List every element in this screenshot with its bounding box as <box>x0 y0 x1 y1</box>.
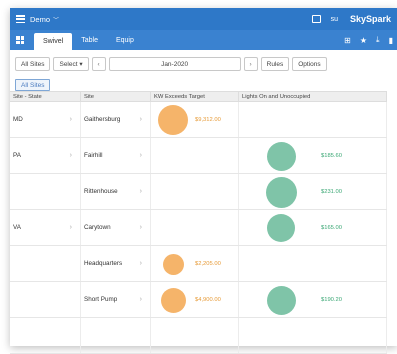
table-row[interactable]: Rittenhouse › $231.00 <box>10 174 387 210</box>
cell-lights: $165.00 <box>239 210 387 245</box>
kw-bubble[interactable] <box>158 105 188 135</box>
site-label[interactable]: Gaithersburg <box>84 116 120 123</box>
lights-bubble[interactable] <box>266 141 296 171</box>
panel-icon[interactable]: ▮ <box>389 36 393 45</box>
prev-date-button[interactable]: ‹ <box>91 57 106 71</box>
table-row[interactable]: PA › Fairhill › $185.60 <box>10 138 387 174</box>
cell-state <box>10 246 81 281</box>
window-icon[interactable] <box>311 15 321 23</box>
kw-value: $9,312.00 <box>195 116 221 123</box>
chevron-right-icon[interactable]: › <box>140 224 142 231</box>
header-site[interactable]: Site <box>81 92 151 101</box>
chevron-right-icon[interactable]: › <box>70 116 72 123</box>
cell-kw <box>151 138 239 173</box>
table-row[interactable]: VA › Carytown › $165.00 <box>10 210 387 246</box>
cell-lights: $231.00 <box>239 174 387 209</box>
next-date-button[interactable]: › <box>243 57 258 71</box>
cell-site: Rittenhouse › <box>81 174 151 209</box>
cell-site: Carytown › <box>81 210 151 245</box>
cell-site: Gaithersburg › <box>81 102 151 137</box>
star-icon[interactable]: ★ <box>360 36 367 45</box>
download-icon[interactable]: ⤓ <box>376 35 380 45</box>
site-label[interactable]: Short Pump <box>84 296 117 303</box>
cell-state: MD › <box>10 102 81 137</box>
grid-view-icon[interactable]: ⊞ <box>344 36 351 45</box>
header-site-state[interactable]: Site - State <box>10 92 81 101</box>
lights-value: $231.00 <box>321 188 342 195</box>
cell-kw: $2,205.00 <box>151 246 239 281</box>
options-button[interactable]: Options <box>292 57 327 71</box>
table-header: Site - State Site KW Exceeds Target Ligh… <box>10 91 387 102</box>
top-bar: Demo ﹀ su SkySpark <box>10 8 397 30</box>
cell-site: Fairhill › <box>81 138 151 173</box>
all-sites-button[interactable]: All Sites <box>15 57 51 71</box>
lights-bubble[interactable] <box>267 214 295 242</box>
header-lights-on[interactable]: Lights On and Unoccupied <box>239 92 387 101</box>
tab-swivel[interactable]: Swivel <box>34 33 73 50</box>
cell-state <box>10 174 81 209</box>
cell-lights: $185.60 <box>239 138 387 173</box>
chevron-right-icon[interactable]: › <box>140 296 142 303</box>
chevron-right-icon[interactable]: › <box>140 152 142 159</box>
table-row[interactable]: Short Pump › $4,900.00 $190.20 <box>10 282 387 318</box>
cell-state <box>10 282 81 317</box>
site-label[interactable]: Rittenhouse <box>84 188 118 195</box>
state-label: MD <box>13 116 23 123</box>
chevron-right-icon[interactable]: › <box>70 152 72 159</box>
kw-value: $2,205.00 <box>195 260 221 267</box>
date-picker[interactable]: Jan-2020 <box>108 57 241 71</box>
chevron-right-icon[interactable]: › <box>140 188 142 195</box>
cell-state: VA › <box>10 210 81 245</box>
cell-lights: $190.20 <box>239 282 387 317</box>
cell-lights <box>239 246 387 281</box>
chevron-down-icon[interactable]: ﹀ <box>53 15 59 24</box>
select-dropdown[interactable]: Select ▾ <box>53 57 89 71</box>
chevron-right-icon[interactable]: › <box>140 116 142 123</box>
app-name[interactable]: Demo <box>30 15 50 24</box>
swivel-table: Site - State Site KW Exceeds Target Ligh… <box>10 91 387 354</box>
chevron-right-icon[interactable]: › <box>70 224 72 231</box>
table-row[interactable]: Headquarters › $2,205.00 <box>10 246 387 282</box>
state-label: VA <box>13 224 21 231</box>
tab-equip[interactable]: Equip <box>107 30 143 50</box>
header-kw-exceeds[interactable]: KW Exceeds Target <box>151 92 239 101</box>
rules-button[interactable]: Rules <box>260 57 290 71</box>
lights-bubble[interactable] <box>266 285 296 315</box>
user-menu[interactable]: su <box>331 16 338 23</box>
nav-bar: Swivel Table Equip ⊞ ★ ⤓ ▮ <box>10 30 397 50</box>
filter-chip[interactable]: All Sites <box>15 79 51 91</box>
cell-kw: $4,900.00 <box>151 282 239 317</box>
site-label[interactable]: Fairhill <box>84 152 103 159</box>
lights-value: $190.20 <box>321 296 342 303</box>
cell-lights <box>239 102 387 137</box>
cell-kw <box>151 174 239 209</box>
site-label[interactable]: Carytown <box>84 224 111 231</box>
tab-table[interactable]: Table <box>72 30 107 50</box>
cell-kw: $9,312.00 <box>151 102 239 137</box>
cell-kw <box>151 210 239 245</box>
toolbar: All Sites Select ▾ ‹ Jan-2020 › Rules Op… <box>10 55 397 73</box>
table-row[interactable]: MD › Gaithersburg › $9,312.00 <box>10 102 387 138</box>
empty-row <box>10 318 387 354</box>
lights-value: $185.60 <box>321 152 342 159</box>
menu-icon[interactable] <box>16 15 25 23</box>
lights-value: $165.00 <box>321 224 342 231</box>
state-label: PA <box>13 152 21 159</box>
site-label[interactable]: Headquarters <box>84 260 122 267</box>
cell-site: Headquarters › <box>81 246 151 281</box>
brand-logo: SkySpark <box>349 14 391 24</box>
cell-state: PA › <box>10 138 81 173</box>
kw-bubble[interactable] <box>160 287 186 313</box>
app-grid-icon[interactable] <box>16 30 34 50</box>
kw-bubble[interactable] <box>162 253 184 275</box>
cell-site: Short Pump › <box>81 282 151 317</box>
lights-bubble[interactable] <box>265 176 297 208</box>
chevron-right-icon[interactable]: › <box>140 260 142 267</box>
kw-value: $4,900.00 <box>195 296 221 303</box>
